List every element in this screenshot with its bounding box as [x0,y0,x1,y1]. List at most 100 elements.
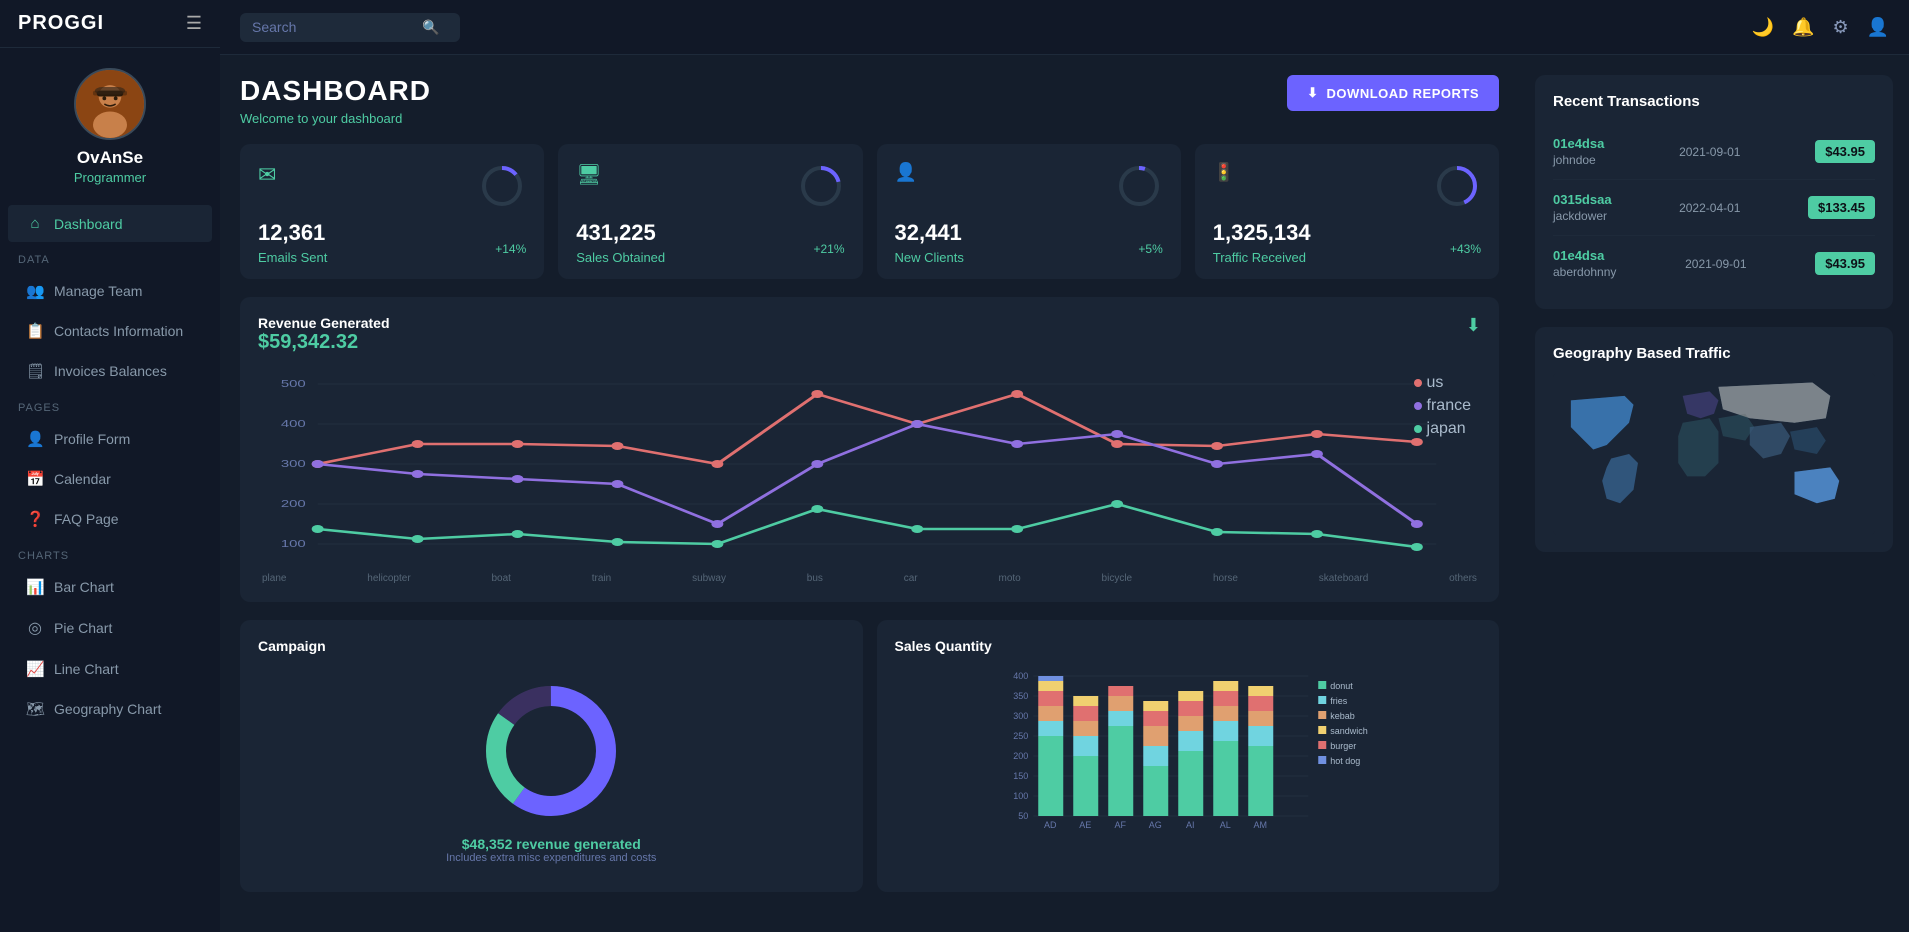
dashboard-header: DASHBOARD Welcome to your dashboard ⬇ DO… [240,75,1499,126]
svg-text:400: 400 [281,418,306,429]
geo-title: Geography Based Traffic [1553,345,1875,362]
revenue-amount: $59,342.32 [258,331,390,354]
notifications-icon[interactable]: 🔔 [1792,17,1814,38]
stat-ring-emails [478,162,526,210]
sales-icon: 🖥 [576,162,601,187]
sidebar-item-label: Contacts Information [54,323,183,339]
stat-change-emails: +14% [495,242,526,256]
campaign-card: Campaign $48,352 revenue genera [240,620,863,892]
stat-cards-grid: ✉ 12,361 Emails Sent +14% � [240,144,1499,279]
stat-card-sales: 🖥 431,225 Sales Obtained +21% [558,144,862,279]
stat-value-traffic: 1,325,134 [1213,220,1481,246]
transaction-date: 2022-04-01 [1679,201,1740,215]
transaction-id: 0315dsaa [1553,192,1612,207]
transaction-amount: $43.95 [1815,252,1875,275]
svg-text:hot dog: hot dog [1330,756,1360,766]
stat-card-emails: ✉ 12,361 Emails Sent +14% [240,144,544,279]
settings-icon[interactable]: ⚙ [1832,17,1848,38]
sidebar-item-label: Calendar [54,471,111,487]
sidebar-item-label: Bar Chart [54,579,114,595]
sidebar-nav: ⌂ Dashboard Data 👥 Manage Team 📋 Contact… [0,195,220,738]
world-map-svg [1553,364,1875,544]
sidebar-item-label: Invoices Balances [54,363,167,379]
svg-text:500: 500 [281,378,306,389]
svg-text:350: 350 [1013,691,1028,701]
chart-x-labels: plane helicopter boat train subway bus c… [258,573,1481,584]
content-right: Recent Transactions 01e4dsa johndoe 2021… [1519,55,1909,932]
sidebar-item-label: Profile Form [54,431,130,447]
sidebar-item-line-chart[interactable]: 📈 Line Chart [8,650,212,688]
svg-text:150: 150 [1013,771,1028,781]
transaction-amount: $133.45 [1808,196,1875,219]
svg-text:AI: AI [1185,820,1194,830]
sidebar-item-label: Pie Chart [54,620,112,636]
sidebar-item-calendar[interactable]: 📅 Calendar [8,460,212,498]
topbar-actions: 🌙 🔔 ⚙ 👤 [1752,17,1889,38]
download-icon: ⬇ [1307,85,1318,101]
svg-text:50: 50 [1018,811,1028,821]
stat-value-sales: 431,225 [576,220,844,246]
svg-text:100: 100 [281,538,306,549]
sidebar-item-bar-chart[interactable]: 📊 Bar Chart [8,568,212,606]
sidebar: PROGGI ☰ OvAnSe Programmer ⌂ Dashboard [0,0,220,932]
sidebar-item-label: Manage Team [54,283,142,299]
search-input[interactable] [252,19,422,35]
revenue-line-chart: 500 400 300 200 100 [258,364,1481,564]
chart-legend: us france japan [1414,374,1471,438]
sidebar-item-profile-form[interactable]: 👤 Profile Form [8,420,212,458]
transaction-id: 01e4dsa [1553,136,1604,151]
sidebar-item-label: FAQ Page [54,511,119,527]
stat-label-clients: New Clients [895,250,964,265]
geo-chart-icon: 🗺 [26,700,44,718]
svg-text:200: 200 [281,498,306,509]
sidebar-item-dashboard[interactable]: ⌂ Dashboard [8,205,212,242]
donut-chart [476,676,626,826]
sidebar-item-label: Geography Chart [54,701,161,717]
sidebar-item-geo-chart[interactable]: 🗺 Geography Chart [8,690,212,728]
bar-chart-icon: 📊 [26,578,44,596]
sidebar-item-faq[interactable]: ❓ FAQ Page [8,500,212,538]
menu-toggle-icon[interactable]: ☰ [186,13,202,34]
transaction-date: 2021-09-01 [1685,257,1746,271]
sidebar-item-contacts[interactable]: 📋 Contacts Information [8,312,212,350]
svg-text:fries: fries [1330,696,1348,706]
transactions-list: 01e4dsa johndoe 2021-09-01 $43.95 0315ds… [1553,124,1875,291]
revenue-card: Revenue Generated $59,342.32 ⬇ 500 [240,297,1499,602]
stat-label-emails: Emails Sent [258,250,327,265]
sales-quantity-title: Sales Quantity [895,638,1482,654]
search-container: 🔍 [240,13,460,42]
revenue-download-icon[interactable]: ⬇ [1466,315,1481,336]
sidebar-item-label: Dashboard [54,216,123,232]
bottom-row: Campaign $48,352 revenue genera [240,620,1499,892]
transaction-user: jackdower [1553,209,1612,223]
sidebar-item-invoices[interactable]: 🗒 Invoices Balances [8,352,212,390]
download-reports-button[interactable]: ⬇ DOWNLOAD REPORTS [1287,75,1499,111]
sidebar-logo: PROGGI ☰ [0,0,220,48]
svg-text:kebab: kebab [1330,711,1355,721]
svg-text:AF: AF [1114,820,1126,830]
sales-bar-chart: 400 350 300 250 200 150 100 50 [895,666,1482,836]
stat-card-clients: 👤 32,441 New Clients +5% [877,144,1181,279]
sidebar-profile: OvAnSe Programmer [0,48,220,195]
faq-icon: ❓ [26,510,44,528]
svg-text:sandwich: sandwich [1330,726,1368,736]
campaign-subtitle: Includes extra misc expenditures and cos… [446,852,656,864]
user-icon[interactable]: 👤 [1867,17,1889,38]
legend-japan-dot [1414,425,1422,433]
svg-text:AL: AL [1219,820,1230,830]
avatar [74,68,146,140]
sidebar-item-pie-chart[interactable]: ◎ Pie Chart [8,608,212,648]
username: OvAnSe [77,148,143,168]
transaction-user: aberdohnny [1553,265,1616,279]
sales-quantity-card: Sales Quantity [877,620,1500,892]
legend-france: france [1414,397,1471,415]
svg-text:donut: donut [1330,681,1353,691]
dark-mode-icon[interactable]: 🌙 [1752,17,1774,38]
transaction-id: 01e4dsa [1553,248,1616,263]
svg-text:250: 250 [1013,731,1028,741]
svg-text:AG: AG [1148,820,1161,830]
revenue-title: Revenue Generated [258,315,390,331]
main-area: 🔍 🌙 🔔 ⚙ 👤 DASHBOARD Welcome to your dash… [220,0,1909,932]
transactions-card: Recent Transactions 01e4dsa johndoe 2021… [1535,75,1893,309]
sidebar-item-manage-team[interactable]: 👥 Manage Team [8,272,212,310]
